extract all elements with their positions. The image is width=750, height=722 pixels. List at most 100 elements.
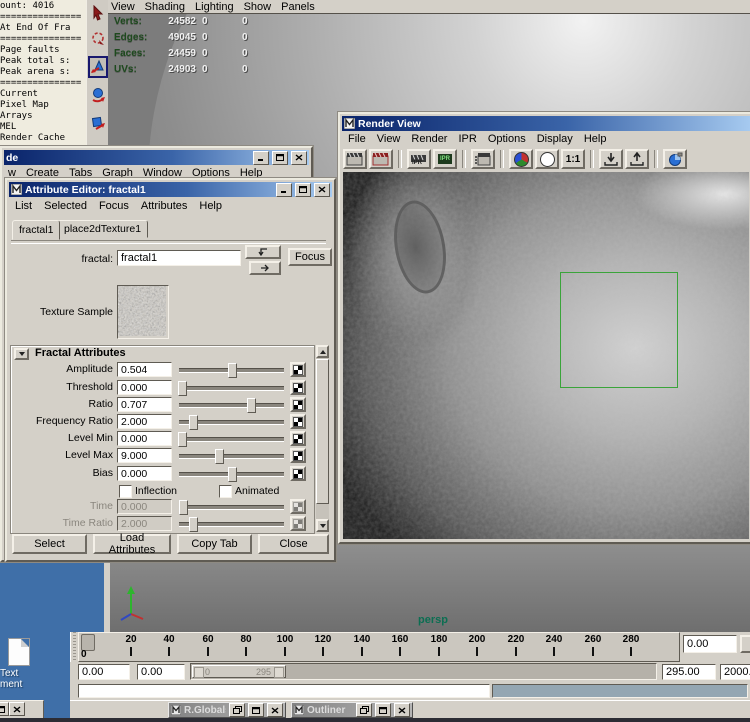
ratio-slider[interactable] bbox=[179, 397, 284, 412]
map-texture-button[interactable] bbox=[290, 414, 306, 429]
bias-slider[interactable] bbox=[179, 466, 284, 481]
minimized-window-titlebar[interactable] bbox=[0, 700, 44, 720]
menu-focus[interactable]: Focus bbox=[99, 200, 129, 212]
restore-icon[interactable] bbox=[229, 703, 245, 717]
time-slider[interactable]: 20 40 60 80 100 120 140 160 180 200 220 … bbox=[78, 632, 680, 662]
close-icon[interactable] bbox=[314, 183, 330, 197]
attributes-scrollbar[interactable] bbox=[316, 345, 329, 532]
scroll-down-button[interactable] bbox=[316, 519, 329, 532]
slider-thumb[interactable] bbox=[189, 415, 198, 430]
scrollbar-thumb[interactable] bbox=[316, 359, 329, 504]
close-icon[interactable] bbox=[394, 703, 410, 717]
render-button[interactable] bbox=[343, 149, 367, 169]
ratio-input[interactable] bbox=[117, 397, 172, 412]
close-icon[interactable] bbox=[9, 702, 25, 716]
menu-help[interactable]: Help bbox=[199, 200, 222, 212]
menu-graph[interactable]: Graph bbox=[102, 167, 133, 179]
show-input-connections-button[interactable] bbox=[245, 245, 281, 259]
map-texture-button[interactable] bbox=[290, 431, 306, 446]
rgb-channels-button[interactable] bbox=[509, 149, 533, 169]
menu-options[interactable]: Options bbox=[192, 167, 230, 179]
menu-view[interactable]: View bbox=[111, 1, 135, 13]
map-texture-button[interactable] bbox=[290, 380, 306, 395]
menu-lighting[interactable]: Lighting bbox=[195, 1, 234, 13]
menu-tabs[interactable]: Tabs bbox=[69, 167, 92, 179]
menu-ipr[interactable]: IPR bbox=[458, 133, 476, 145]
map-texture-button[interactable] bbox=[290, 448, 306, 463]
menu-help[interactable]: Help bbox=[240, 167, 263, 179]
level-min-input[interactable] bbox=[117, 431, 172, 446]
playback-end-field[interactable] bbox=[662, 664, 716, 680]
slider-thumb[interactable] bbox=[178, 381, 187, 396]
slider-thumb[interactable] bbox=[178, 432, 187, 447]
minimized-outliner-window[interactable]: Outliner bbox=[291, 702, 413, 718]
node-name-input[interactable] bbox=[117, 250, 241, 266]
menu-view-partial[interactable]: w bbox=[8, 167, 16, 179]
menu-show[interactable]: Show bbox=[244, 1, 272, 13]
range-slider-track[interactable]: 0 295 bbox=[190, 663, 657, 680]
ipr-render-button[interactable]: IPR bbox=[407, 149, 431, 169]
snapshot-button[interactable] bbox=[471, 149, 495, 169]
range-end-handle[interactable] bbox=[274, 667, 284, 678]
copy-tab-button[interactable]: Copy Tab bbox=[177, 534, 252, 554]
menu-file[interactable]: File bbox=[348, 133, 366, 145]
range-start-handle[interactable] bbox=[194, 667, 204, 678]
render-region-marquee[interactable] bbox=[560, 272, 678, 388]
slider-thumb[interactable] bbox=[228, 467, 237, 482]
move-tool-button[interactable] bbox=[88, 56, 108, 78]
bias-input[interactable] bbox=[117, 466, 172, 481]
render-view-titlebar[interactable]: Render View bbox=[342, 116, 750, 131]
menu-display[interactable]: Display bbox=[537, 133, 573, 145]
attribute-editor-titlebar[interactable]: Attribute Editor: fractal1 bbox=[9, 182, 332, 197]
minimized-render-globals-window[interactable]: R.Globals bbox=[168, 702, 286, 718]
menu-options[interactable]: Options bbox=[488, 133, 526, 145]
go-to-start-button[interactable] bbox=[740, 635, 750, 653]
tab-place2dtexture1[interactable]: place2dTexture1 bbox=[57, 220, 148, 238]
menu-shading[interactable]: Shading bbox=[145, 1, 185, 13]
level-max-input[interactable] bbox=[117, 448, 172, 463]
playback-start-field[interactable] bbox=[137, 664, 185, 680]
select-button[interactable]: Select bbox=[12, 534, 87, 554]
command-line-input[interactable] bbox=[78, 684, 490, 698]
select-tool-button[interactable] bbox=[88, 2, 108, 24]
menu-panels[interactable]: Panels bbox=[281, 1, 315, 13]
menu-help[interactable]: Help bbox=[584, 133, 607, 145]
restore-icon[interactable] bbox=[356, 703, 372, 717]
slider-thumb[interactable] bbox=[228, 363, 237, 378]
rendered-image[interactable] bbox=[343, 172, 749, 539]
keep-image-button[interactable] bbox=[599, 149, 623, 169]
close-icon[interactable] bbox=[267, 703, 283, 717]
animated-checkbox[interactable] bbox=[219, 485, 232, 498]
inflection-checkbox[interactable] bbox=[119, 485, 132, 498]
one-to-one-button[interactable]: 1:1 bbox=[561, 149, 585, 169]
tab-fractal1[interactable]: fractal1 bbox=[12, 220, 60, 240]
menu-view[interactable]: View bbox=[377, 133, 401, 145]
redo-previous-render-button[interactable] bbox=[369, 149, 393, 169]
map-texture-button[interactable] bbox=[290, 466, 306, 481]
redo-previous-ipr-render-button[interactable]: IPR bbox=[433, 149, 457, 169]
frequency-ratio-input[interactable] bbox=[117, 414, 172, 429]
show-output-connections-button[interactable] bbox=[249, 261, 281, 275]
map-texture-button[interactable] bbox=[290, 397, 306, 412]
close-icon[interactable] bbox=[291, 151, 307, 165]
render-globals-button[interactable] bbox=[663, 149, 687, 169]
threshold-input[interactable] bbox=[117, 380, 172, 395]
current-time-field[interactable] bbox=[683, 635, 737, 653]
menu-create[interactable]: Create bbox=[26, 167, 59, 179]
load-attributes-button[interactable]: Load Attributes bbox=[93, 534, 171, 554]
maximize-icon[interactable] bbox=[248, 703, 264, 717]
minimize-icon[interactable] bbox=[276, 183, 292, 197]
animation-start-field[interactable] bbox=[78, 664, 130, 680]
alpha-channel-button[interactable] bbox=[535, 149, 559, 169]
lasso-select-tool-button[interactable] bbox=[88, 28, 108, 50]
scroll-up-button[interactable] bbox=[316, 345, 329, 358]
menu-attributes[interactable]: Attributes bbox=[141, 200, 187, 212]
remove-image-button[interactable] bbox=[625, 149, 649, 169]
menu-render[interactable]: Render bbox=[411, 133, 447, 145]
slider-thumb[interactable] bbox=[215, 449, 224, 464]
amplitude-input[interactable] bbox=[117, 362, 172, 377]
rotate-tool-button[interactable] bbox=[88, 84, 108, 106]
maximize-icon[interactable] bbox=[0, 702, 9, 716]
hypershade-titlebar[interactable]: de bbox=[4, 150, 309, 165]
section-collapse-button[interactable] bbox=[14, 348, 29, 360]
